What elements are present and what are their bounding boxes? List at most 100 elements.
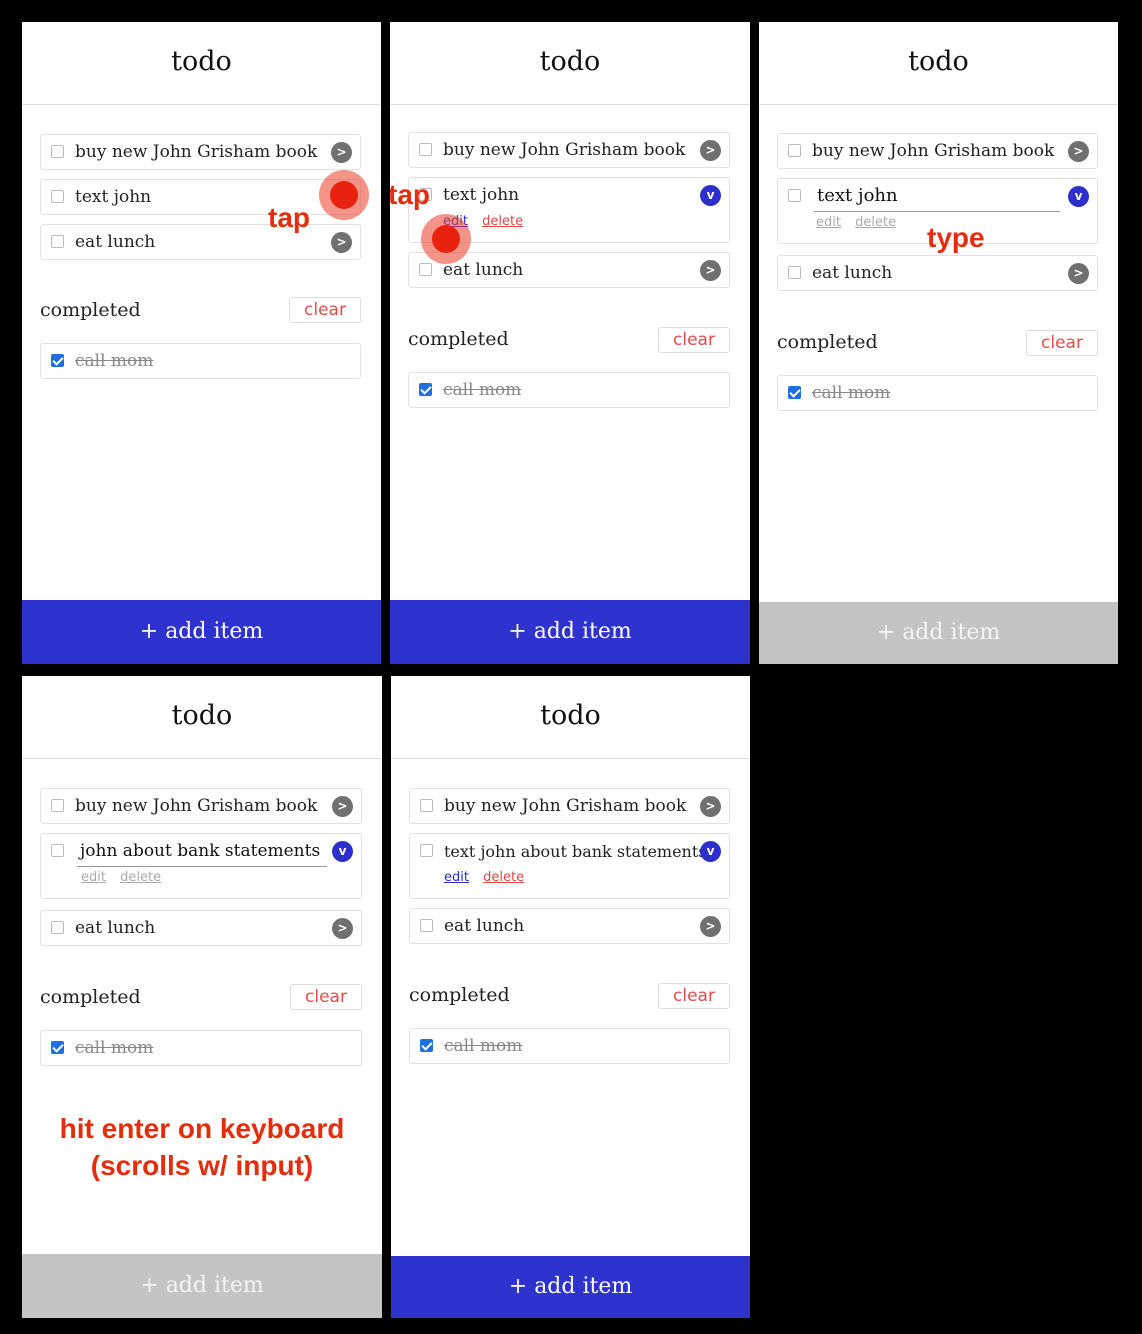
todo-item-lunch[interactable]: eat lunch >: [40, 910, 362, 946]
todo-label: buy new John Grisham book: [443, 140, 686, 160]
clear-button[interactable]: clear: [290, 984, 362, 1010]
todo-item-text-john[interactable]: text john: [40, 179, 361, 215]
completed-heading: completed: [777, 331, 878, 353]
checkbox-checked[interactable]: [51, 354, 64, 367]
todo-label: buy new John Grisham book: [75, 796, 318, 816]
checkbox-checked[interactable]: [420, 1039, 433, 1052]
todo-label: call mom: [812, 383, 891, 403]
completed-heading: completed: [409, 984, 510, 1006]
delete-link[interactable]: delete: [483, 870, 524, 885]
chevron-down-icon[interactable]: v: [1068, 186, 1089, 207]
checkbox[interactable]: [51, 145, 64, 158]
checkbox[interactable]: [788, 266, 801, 279]
checkbox[interactable]: [51, 799, 64, 812]
checkbox[interactable]: [420, 799, 433, 812]
chevron-right-icon[interactable]: >: [700, 260, 721, 281]
todo-item-text-john[interactable]: text john about bank statements v edit d…: [409, 833, 730, 899]
tap-indicator: [421, 214, 471, 264]
checkbox[interactable]: [420, 844, 433, 857]
page-title: todo: [22, 676, 382, 759]
todo-item-book[interactable]: buy new John Grisham book >: [40, 788, 362, 824]
checkbox[interactable]: [419, 263, 432, 276]
chevron-right-icon[interactable]: >: [332, 918, 353, 939]
add-item-button[interactable]: + add item: [22, 600, 381, 664]
todo-label: buy new John Grisham book: [444, 796, 687, 816]
todo-item-completed[interactable]: call mom: [409, 1028, 730, 1064]
todo-item-completed[interactable]: call mom: [40, 1030, 362, 1066]
delete-link[interactable]: delete: [482, 214, 523, 229]
chevron-right-icon[interactable]: >: [700, 916, 721, 937]
todo-edit-input[interactable]: text john: [814, 181, 1060, 212]
todo-item-book[interactable]: buy new John Grisham book >: [777, 133, 1098, 169]
todo-item-book[interactable]: buy new John Grisham book >: [40, 134, 361, 170]
chevron-down-icon[interactable]: v: [700, 841, 721, 862]
annotation-tap: tap: [390, 179, 430, 210]
clear-button[interactable]: clear: [658, 327, 730, 353]
checkbox[interactable]: [51, 235, 64, 248]
chevron-right-icon[interactable]: >: [332, 796, 353, 817]
tap-indicator: [319, 170, 369, 220]
chevron-right-icon[interactable]: >: [700, 140, 721, 161]
screen-1: todo buy new John Grisham book > text jo…: [22, 22, 381, 664]
todo-item-completed[interactable]: call mom: [40, 343, 361, 379]
checkbox[interactable]: [51, 844, 64, 857]
clear-button[interactable]: clear: [289, 297, 361, 323]
page-title: todo: [22, 22, 381, 105]
checkbox[interactable]: [788, 189, 801, 202]
annotation-type: type: [927, 222, 985, 253]
item-actions: edit delete: [816, 215, 906, 230]
chevron-right-icon[interactable]: >: [700, 796, 721, 817]
todo-item-lunch[interactable]: eat lunch >: [40, 224, 361, 260]
edit-link[interactable]: edit: [81, 870, 106, 885]
checkbox-checked[interactable]: [419, 383, 432, 396]
chevron-right-icon[interactable]: >: [1068, 141, 1089, 162]
todo-label: buy new John Grisham book: [75, 142, 318, 162]
todo-item-book[interactable]: buy new John Grisham book >: [408, 132, 730, 168]
delete-link[interactable]: delete: [120, 870, 161, 885]
todo-label: text john about bank statements: [444, 842, 707, 861]
checkbox-checked[interactable]: [788, 386, 801, 399]
chevron-right-icon[interactable]: >: [331, 142, 352, 163]
chevron-down-icon[interactable]: v: [332, 841, 353, 862]
todo-item-completed[interactable]: call mom: [777, 375, 1098, 411]
todo-item-lunch[interactable]: eat lunch >: [409, 908, 730, 944]
todo-item-text-john[interactable]: john about bank statements v edit delete: [40, 833, 362, 899]
chevron-right-icon[interactable]: >: [331, 232, 352, 253]
screen-5: todo buy new John Grisham book > text jo…: [391, 676, 750, 1318]
add-item-button[interactable]: + add item: [22, 1254, 382, 1318]
completed-heading: completed: [40, 986, 141, 1008]
item-actions: edit delete: [81, 870, 171, 885]
checkbox-checked[interactable]: [51, 1041, 64, 1054]
add-item-button[interactable]: + add item: [391, 1256, 750, 1318]
checkbox[interactable]: [51, 921, 64, 934]
todo-edit-input[interactable]: john about bank statements: [77, 836, 327, 867]
page-title: todo: [390, 22, 750, 105]
todo-item-completed[interactable]: call mom: [408, 372, 730, 408]
checkbox[interactable]: [51, 190, 64, 203]
todo-label: eat lunch: [812, 263, 893, 283]
todo-label: buy new John Grisham book: [812, 141, 1055, 161]
delete-link[interactable]: delete: [855, 215, 896, 230]
chevron-right-icon[interactable]: >: [1068, 263, 1089, 284]
add-item-button[interactable]: + add item: [390, 600, 750, 664]
completed-heading: completed: [408, 328, 509, 350]
todo-label: call mom: [444, 1036, 523, 1056]
chevron-down-icon[interactable]: v: [700, 185, 721, 206]
clear-button[interactable]: clear: [658, 983, 730, 1009]
add-item-button[interactable]: + add item: [759, 602, 1118, 664]
todo-label: call mom: [443, 380, 522, 400]
edit-link[interactable]: edit: [816, 215, 841, 230]
checkbox[interactable]: [419, 143, 432, 156]
screen-2: todo buy new John Grisham book > text jo…: [390, 22, 750, 664]
checkbox[interactable]: [788, 144, 801, 157]
clear-button[interactable]: clear: [1026, 330, 1098, 356]
edit-link[interactable]: edit: [444, 870, 469, 885]
todo-label: call mom: [75, 351, 154, 371]
screen-3: todo buy new John Grisham book > text jo…: [759, 22, 1118, 664]
annotation-tap: tap: [268, 202, 310, 233]
checkbox[interactable]: [420, 919, 433, 932]
todo-item-book[interactable]: buy new John Grisham book >: [409, 788, 730, 824]
todo-label: text john: [75, 187, 152, 207]
todo-label: eat lunch: [75, 232, 156, 252]
todo-item-lunch[interactable]: eat lunch >: [777, 255, 1098, 291]
